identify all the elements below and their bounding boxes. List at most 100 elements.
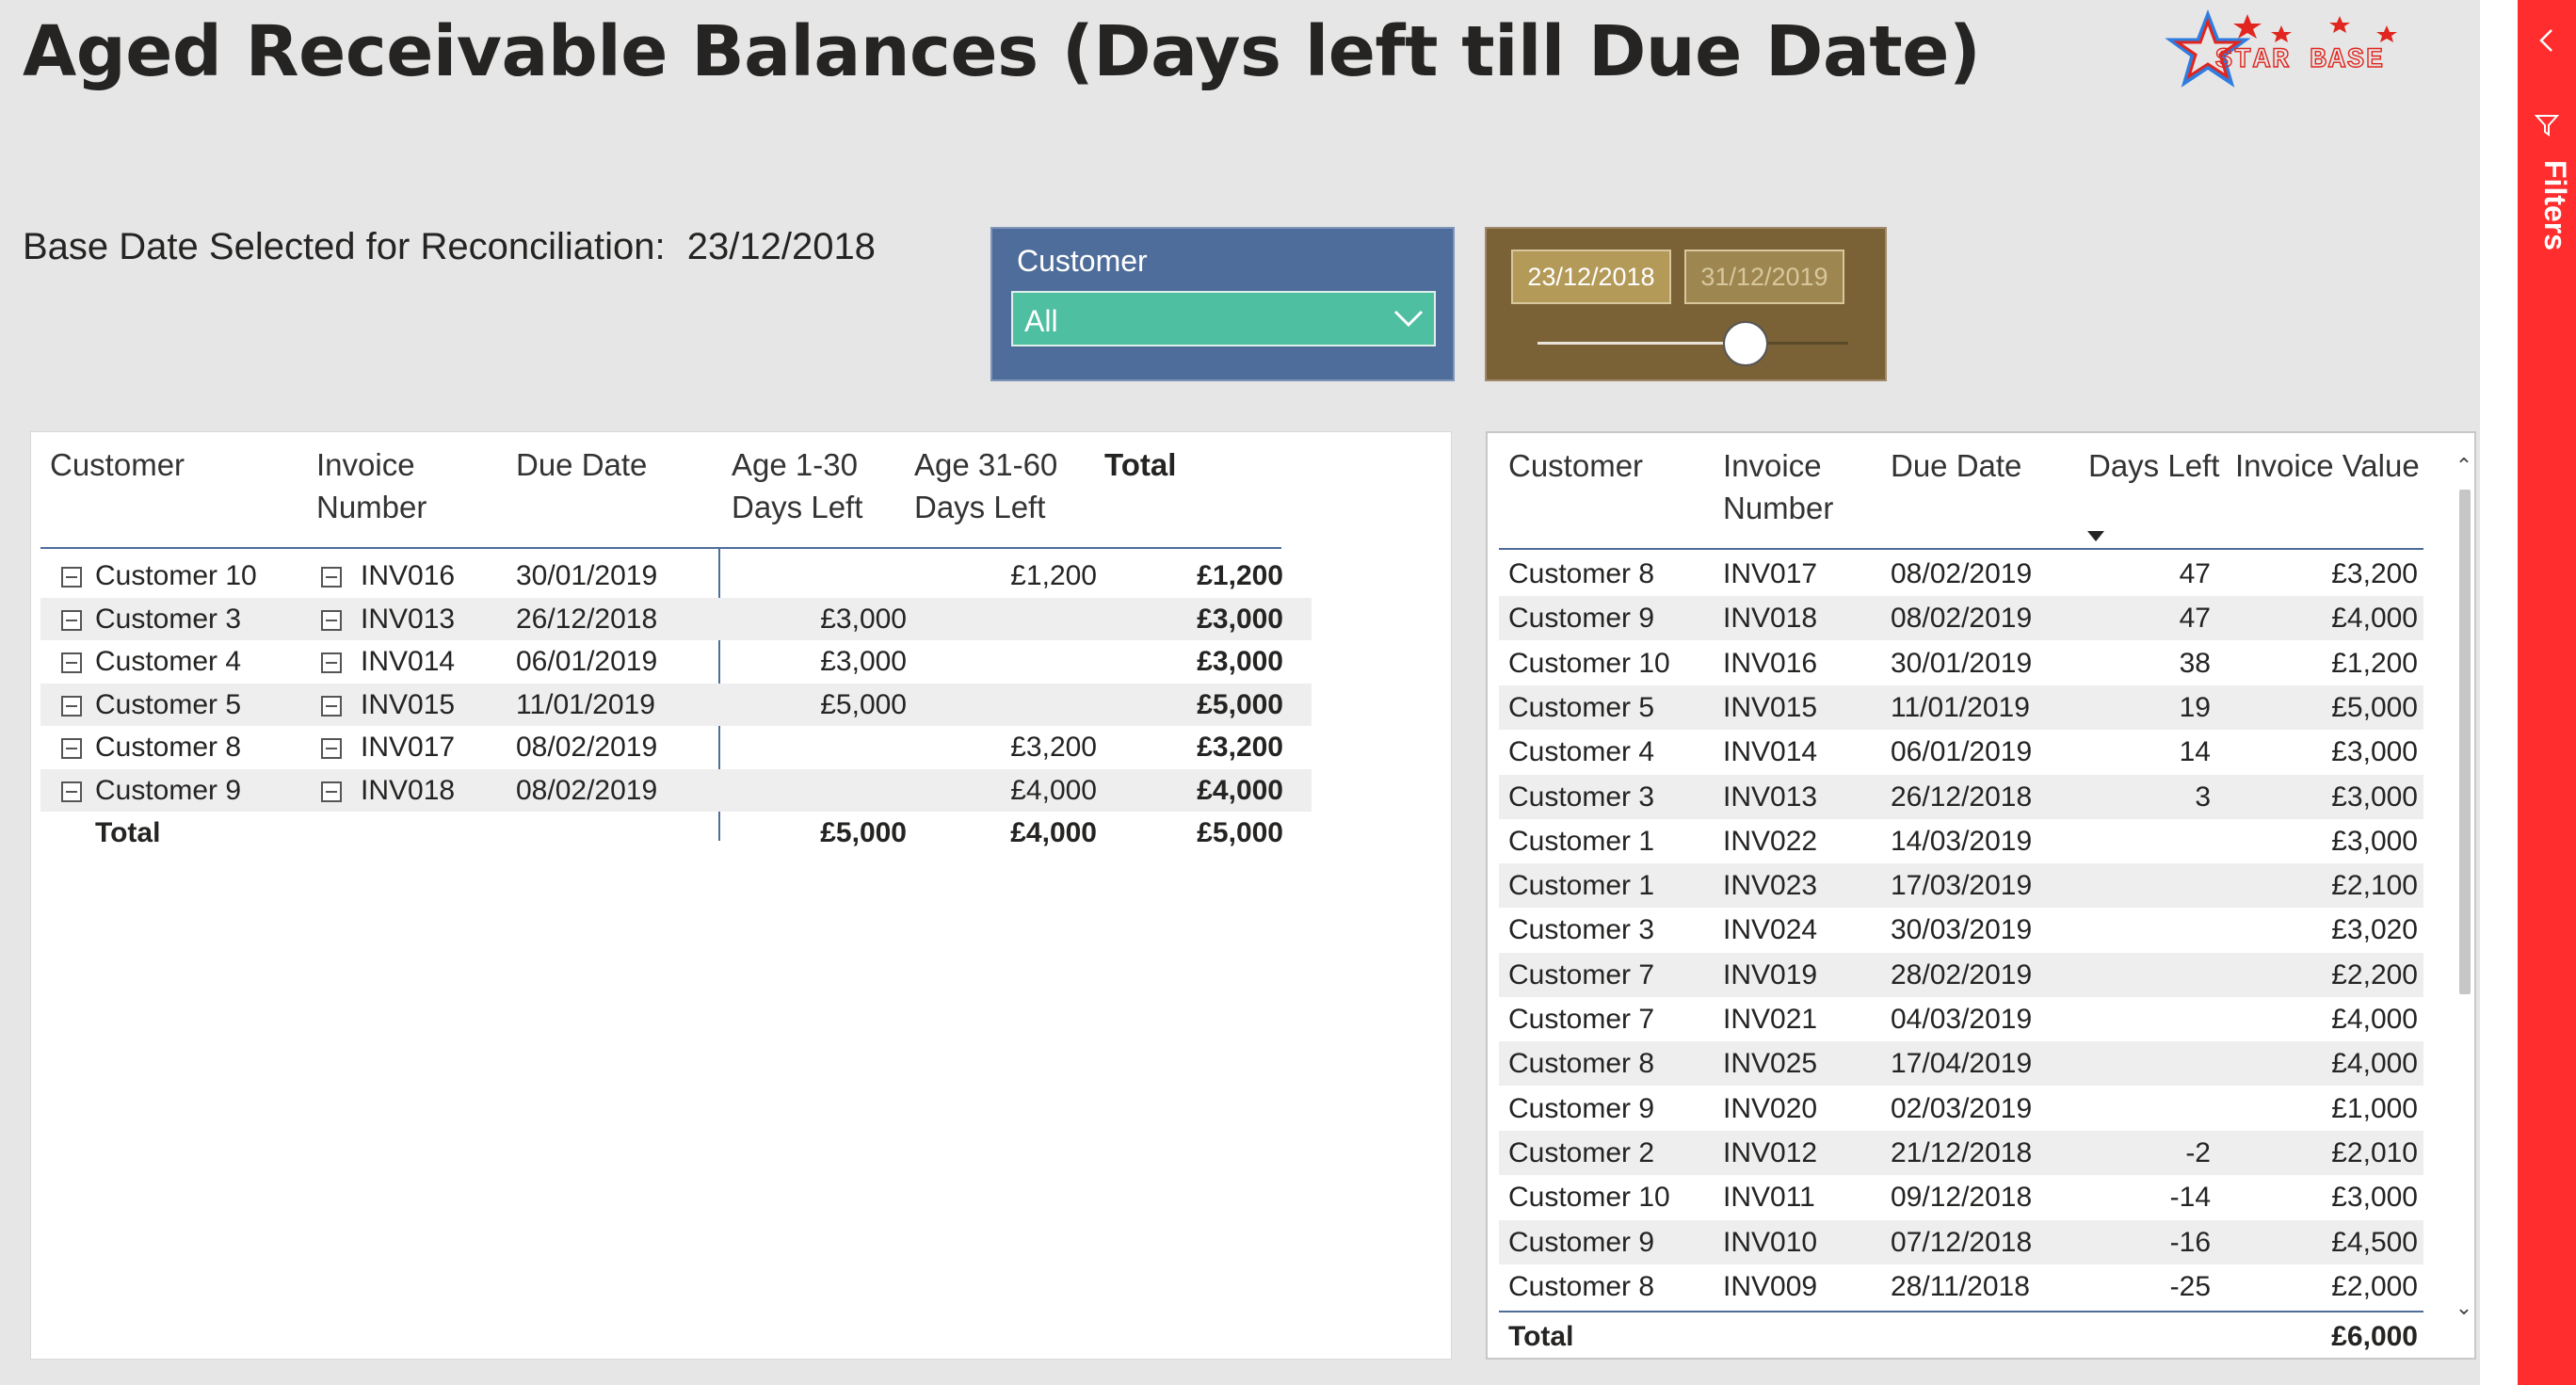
matrix-row[interactable]: Customer 8 INV017 08/02/2019 £3,200 £3,200 xyxy=(40,726,1312,768)
table-row[interactable]: Customer 8 INV017 08/02/2019 47 £3,200 xyxy=(1499,552,2423,596)
filters-pane[interactable]: Filters xyxy=(2518,0,2576,1385)
invoice-days-left-table: Customer Invoice Number Due Date Days Le… xyxy=(1486,431,2476,1360)
table-row[interactable]: Customer 1 INV023 17/03/2019 £2,100 xyxy=(1499,863,2423,909)
table-cell-invoice-value: £2,000 xyxy=(2331,1270,2418,1302)
matrix-row[interactable]: Customer 9 INV018 08/02/2019 £4,000 £4,000 xyxy=(40,768,1312,812)
collapse-icon[interactable] xyxy=(321,738,342,759)
collapse-icon[interactable] xyxy=(321,567,342,588)
table-cell-due-date: 08/02/2019 xyxy=(1891,558,2033,589)
table-cell-invoice: INV025 xyxy=(1723,1048,1818,1080)
table-header-days-left[interactable]: Days Left xyxy=(2088,444,2219,487)
table-cell-invoice: INV011 xyxy=(1723,1182,1815,1214)
table-row[interactable]: Customer 9 INV020 02/03/2019 £1,000 xyxy=(1499,1087,2423,1131)
matrix-header-due-date[interactable]: Due Date xyxy=(516,443,647,486)
table-row[interactable]: Customer 2 INV012 21/12/2018 -2 £2,010 xyxy=(1499,1130,2423,1175)
table-cell-invoice-value: £4,000 xyxy=(2331,1048,2418,1080)
table-cell-due-date: 17/03/2019 xyxy=(1891,870,2033,902)
table-header-due-date[interactable]: Due Date xyxy=(1891,444,2021,487)
matrix-cell-age-31-60: £4,000 xyxy=(1010,774,1097,806)
table-cell-invoice-value: £2,010 xyxy=(2331,1136,2418,1168)
table-cell-invoice: INV013 xyxy=(1723,781,1818,813)
matrix-total-label: Total xyxy=(95,817,161,848)
table-row[interactable]: Customer 10 INV016 30/01/2019 38 £1,200 xyxy=(1499,641,2423,685)
collapse-icon[interactable] xyxy=(321,695,342,717)
table-scrollbar-thumb[interactable] xyxy=(2459,490,2471,994)
table-cell-invoice-value: £4,500 xyxy=(2331,1226,2418,1258)
table-row[interactable]: Customer 9 INV010 07/12/2018 -16 £4,500 xyxy=(1499,1219,2423,1264)
matrix-row[interactable]: Customer 4 INV014 06/01/2019 £3,000 £3,000 xyxy=(40,640,1312,683)
table-cell-due-date: 04/03/2019 xyxy=(1891,1004,2033,1035)
matrix-header-age1-line2: Days Left xyxy=(732,490,863,524)
table-header-customer[interactable]: Customer xyxy=(1508,444,1643,487)
table-row[interactable]: Customer 1 INV022 14/03/2019 £3,000 xyxy=(1499,819,2423,863)
table-cell-invoice-value: £3,000 xyxy=(2331,736,2418,768)
table-row[interactable]: Customer 8 INV025 17/04/2019 £4,000 xyxy=(1499,1041,2423,1087)
table-cell-due-date: 14/03/2019 xyxy=(1891,825,2033,857)
matrix-cell-customer: Customer 5 xyxy=(95,688,242,720)
table-cell-days-left: 47 xyxy=(2179,603,2211,635)
collapse-icon[interactable] xyxy=(61,652,82,673)
collapse-icon[interactable] xyxy=(321,781,342,802)
customer-dropdown[interactable]: All xyxy=(1011,291,1436,346)
collapse-icon[interactable] xyxy=(61,738,82,759)
collapse-icon[interactable] xyxy=(321,609,342,631)
matrix-cell-total: £3,000 xyxy=(1197,646,1283,677)
table-cell-invoice: INV014 xyxy=(1723,736,1818,768)
table-cell-invoice: INV017 xyxy=(1723,558,1818,589)
table-row[interactable]: Customer 8 INV009 28/11/2018 -25 £2,000 xyxy=(1499,1264,2423,1309)
table-cell-customer: Customer 3 xyxy=(1508,914,1655,946)
table-cell-customer: Customer 7 xyxy=(1508,1004,1655,1035)
matrix-cell-total: £4,000 xyxy=(1197,774,1283,806)
date-slider-handle[interactable] xyxy=(1723,321,1769,366)
matrix-cell-total: £3,200 xyxy=(1197,732,1283,763)
table-cell-invoice: INV024 xyxy=(1723,914,1818,946)
matrix-header-age-1-30[interactable]: Age 1-30 Days Left xyxy=(732,443,862,528)
table-cell-invoice: INV022 xyxy=(1723,825,1818,857)
table-header-invoice-value[interactable]: Invoice Value xyxy=(2235,444,2420,487)
table-row[interactable]: Customer 4 INV014 06/01/2019 14 £3,000 xyxy=(1499,730,2423,774)
collapse-icon[interactable] xyxy=(61,609,82,631)
collapse-icon[interactable] xyxy=(61,695,82,717)
matrix-total-total: £5,000 xyxy=(1197,817,1283,848)
table-cell-customer: Customer 10 xyxy=(1508,1182,1670,1214)
start-date-input[interactable]: 23/12/2018 xyxy=(1511,250,1671,304)
aged-balances-matrix: Customer Invoice Number Due Date Age 1-3… xyxy=(30,431,1452,1360)
table-cell-invoice-value: £1,200 xyxy=(2331,647,2418,679)
table-cell-invoice: INV009 xyxy=(1723,1270,1818,1302)
collapse-icon[interactable] xyxy=(61,781,82,802)
table-row[interactable]: Customer 7 INV021 04/03/2019 £4,000 xyxy=(1499,997,2423,1041)
chevron-left-icon[interactable] xyxy=(2535,26,2559,55)
table-row[interactable]: Customer 9 INV018 08/02/2019 47 £4,000 xyxy=(1499,596,2423,641)
customer-slicer: Customer All xyxy=(990,227,1455,381)
sort-descending-icon[interactable] xyxy=(2087,531,2104,541)
matrix-row[interactable]: Customer 5 INV015 11/01/2019 £5,000 £5,000 xyxy=(40,683,1312,726)
table-row[interactable]: Customer 3 INV024 30/03/2019 £3,020 xyxy=(1499,908,2423,952)
table-total-label: Total xyxy=(1508,1321,1574,1353)
matrix-header-customer[interactable]: Customer xyxy=(50,443,185,486)
customer-slicer-header: Customer xyxy=(1017,244,1148,278)
scroll-down-icon[interactable]: ⌄ xyxy=(2454,1297,2474,1318)
matrix-header-total[interactable]: Total xyxy=(1104,443,1176,486)
table-cell-customer: Customer 9 xyxy=(1508,1226,1655,1258)
matrix-header-age-31-60[interactable]: Age 31-60 Days Left xyxy=(914,443,1057,528)
page-title: Aged Receivable Balances (Days left till… xyxy=(23,11,1981,92)
matrix-row[interactable]: Customer 10 INV016 30/01/2019 £1,200 £1,200 xyxy=(40,555,1312,597)
base-date-value: 23/12/2018 xyxy=(686,226,876,267)
end-date-input[interactable]: 31/12/2019 xyxy=(1684,250,1844,304)
table-cell-days-left: 19 xyxy=(2179,691,2211,723)
matrix-row[interactable]: Customer 3 INV013 26/12/2018 £3,000 £3,000 xyxy=(40,597,1312,640)
scroll-up-icon[interactable]: ⌃ xyxy=(2454,456,2474,476)
table-row[interactable]: Customer 5 INV015 11/01/2019 19 £5,000 xyxy=(1499,684,2423,730)
collapse-icon[interactable] xyxy=(61,567,82,588)
base-date-label-text: Base Date Selected for Reconciliation: xyxy=(23,226,666,267)
table-row[interactable]: Customer 10 INV011 09/12/2018 -14 £3,000 xyxy=(1499,1175,2423,1219)
table-cell-days-left: -25 xyxy=(2169,1270,2211,1302)
filters-pane-label: Filters xyxy=(2538,160,2572,251)
table-row[interactable]: Customer 3 INV013 26/12/2018 3 £3,000 xyxy=(1499,774,2423,819)
matrix-header-invoice[interactable]: Invoice Number xyxy=(316,443,427,528)
collapse-icon[interactable] xyxy=(321,652,342,673)
filters-pane-gap xyxy=(2480,0,2518,1385)
table-header-invoice[interactable]: Invoice Number xyxy=(1723,444,1833,529)
table-row[interactable]: Customer 7 INV019 28/02/2019 £2,200 xyxy=(1499,952,2423,997)
table-cell-customer: Customer 8 xyxy=(1508,1270,1655,1302)
